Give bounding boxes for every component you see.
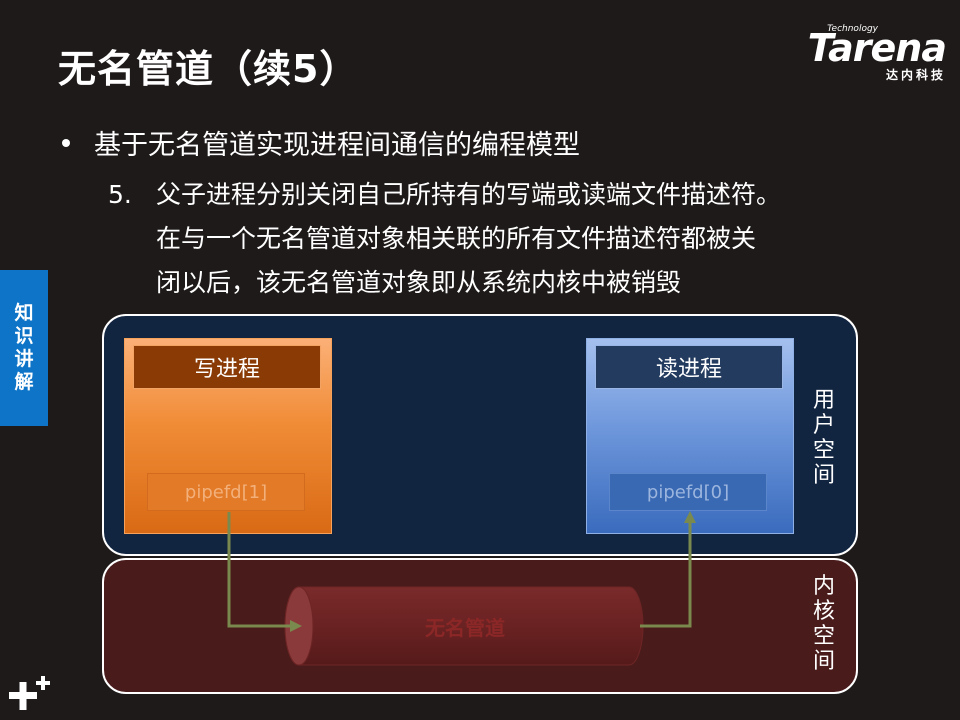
pipe-to-read-arrow: [640, 522, 692, 628]
write-to-pipe-arrow: [227, 512, 292, 628]
arrowhead-up-icon: [684, 511, 696, 523]
data-flow-arrows: [227, 511, 696, 632]
arrowhead-right-icon: [290, 620, 302, 632]
